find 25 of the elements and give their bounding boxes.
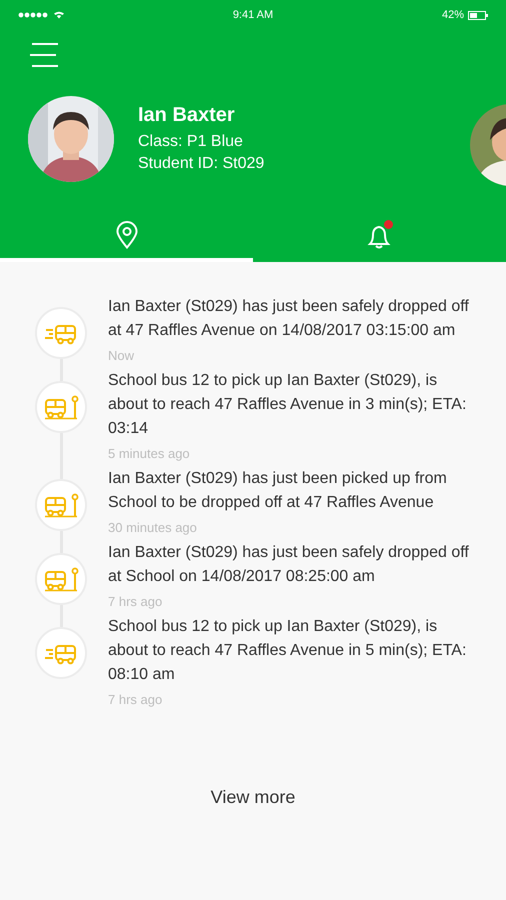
event-time: 5 minutes ago <box>108 445 191 463</box>
status-time: 9:41 AM <box>232 8 274 23</box>
battery-icon <box>468 10 488 20</box>
event-time: 7 hrs ago <box>108 593 164 611</box>
battery-percent: 42% <box>442 8 464 23</box>
signal-icon <box>18 12 50 18</box>
event-message: Ian Baxter (St029) has just been safely dropped off at 47 Raffles Avenue on 14/08/2017 03:15:00 am <box>108 297 470 341</box>
menu-button[interactable] <box>30 42 58 68</box>
bus-stop-icon <box>43 566 79 592</box>
student-name: Ian Baxter <box>138 103 236 127</box>
view-more-button[interactable]: View more <box>204 783 302 812</box>
event-message: School bus 12 to pick up Ian Baxter (St029), is about to reach 47 Raffles Avenue in 5 min(s); ETA: 08:10 am <box>108 617 468 685</box>
event-time: 7 hrs ago <box>108 691 164 709</box>
bus-stop-icon <box>43 394 79 420</box>
event-message: School bus 12 to pick up Ian Baxter (St029), is about to reach 47 Raffles Avenue in 3 min(s); ETA: 03:14 <box>108 371 468 439</box>
student-id: Student ID: St029 <box>138 154 264 174</box>
bus-stop-icon <box>43 492 79 518</box>
event-time: Now <box>108 347 136 365</box>
student-class: Class: P1 Blue <box>138 132 244 152</box>
event-time: 30 minutes ago <box>108 519 198 537</box>
event-message: Ian Baxter (St029) has just been safely dropped off at School on 14/08/2017 08:25:00 am <box>108 543 470 587</box>
event-message: Ian Baxter (St029) has just been picked up from School to be dropped off at 47 Raffles Avenue <box>108 469 448 513</box>
wifi-icon <box>54 11 64 19</box>
location-pin-icon <box>116 221 138 249</box>
notification-dot <box>384 220 393 228</box>
